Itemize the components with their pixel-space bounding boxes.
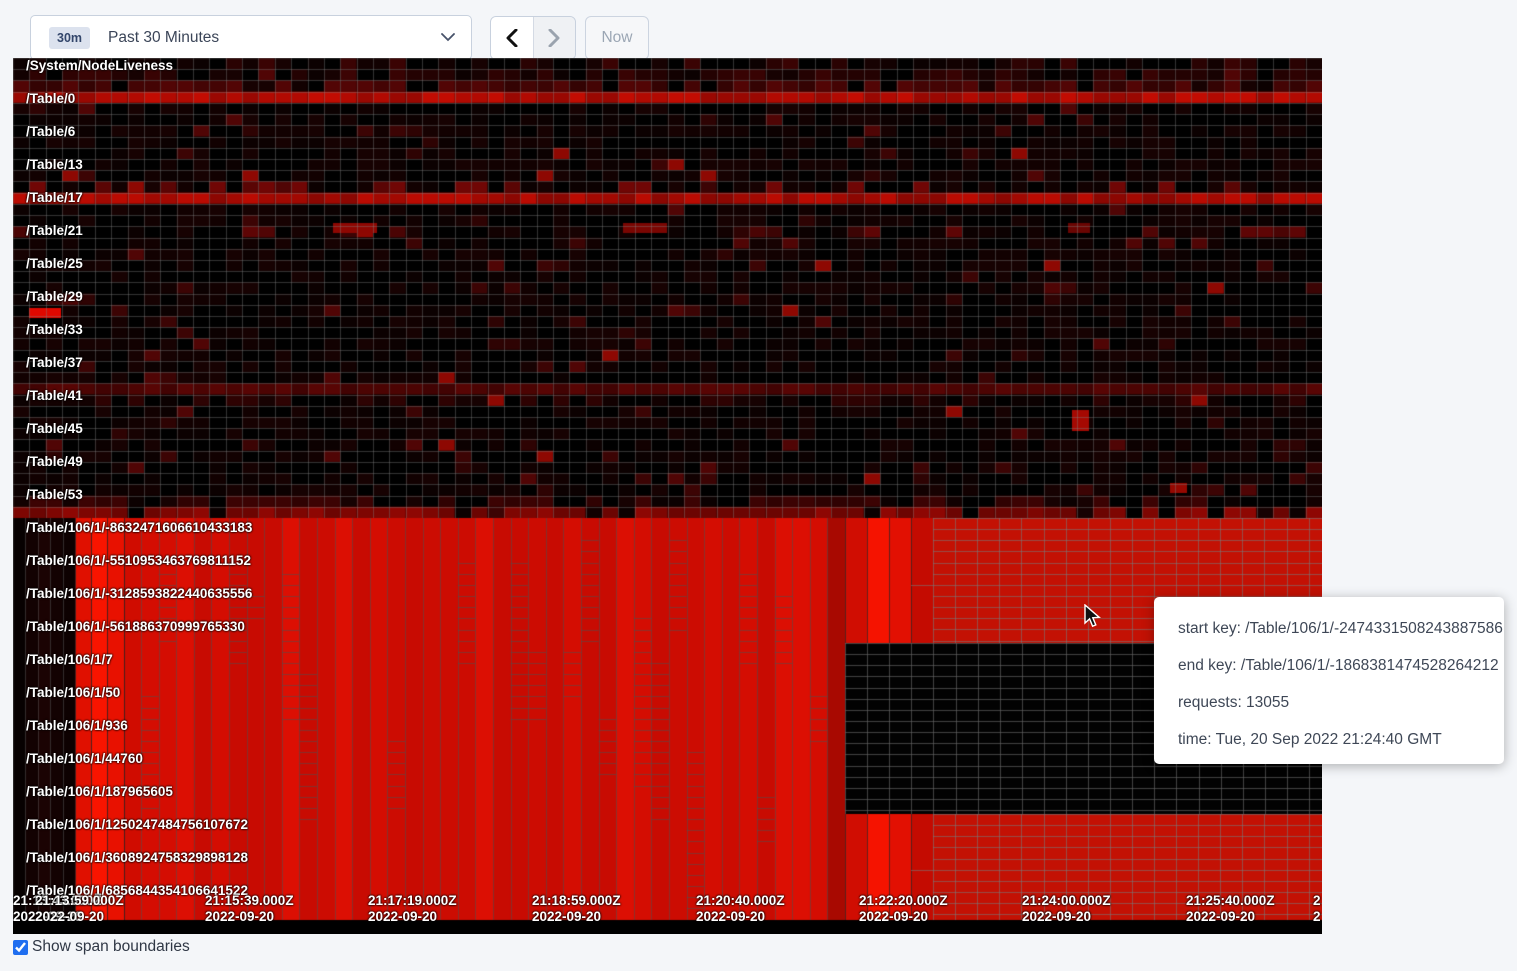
show-span-boundaries-checkbox[interactable] — [13, 940, 28, 955]
chevron-left-icon — [506, 29, 518, 47]
key-visualizer-heatmap: /System/NodeLiveness/Table/0/Table/6/Tab… — [13, 58, 1322, 934]
tooltip-requests: requests: 13055 — [1178, 684, 1504, 721]
time-range-label: Past 30 Minutes — [108, 29, 219, 47]
time-nav-group — [490, 16, 576, 60]
chevron-down-icon — [441, 33, 455, 42]
time-range-select[interactable]: 30m Past 30 Minutes — [30, 15, 472, 60]
show-span-boundaries-label: Show span boundaries — [32, 938, 190, 956]
now-button[interactable]: Now — [585, 16, 649, 60]
tooltip-end-key: end key: /Table/106/1/-18683814745282642… — [1178, 647, 1504, 684]
span-boundaries-row: Show span boundaries — [13, 938, 190, 956]
time-range-badge: 30m — [49, 27, 90, 49]
tooltip-start-key: start key: /Table/106/1/-247433150824388… — [1178, 610, 1504, 647]
heatmap-canvas[interactable] — [13, 58, 1322, 934]
back-button[interactable] — [491, 17, 534, 59]
tooltip-time: time: Tue, 20 Sep 2022 21:24:40 GMT — [1178, 721, 1504, 758]
key-visualizer-page: 30m Past 30 Minutes Now /System/NodeLive… — [0, 0, 1517, 971]
chevron-right-icon — [548, 29, 560, 47]
forward-button[interactable] — [534, 17, 576, 59]
span-tooltip: start key: /Table/106/1/-247433150824388… — [1154, 597, 1504, 764]
